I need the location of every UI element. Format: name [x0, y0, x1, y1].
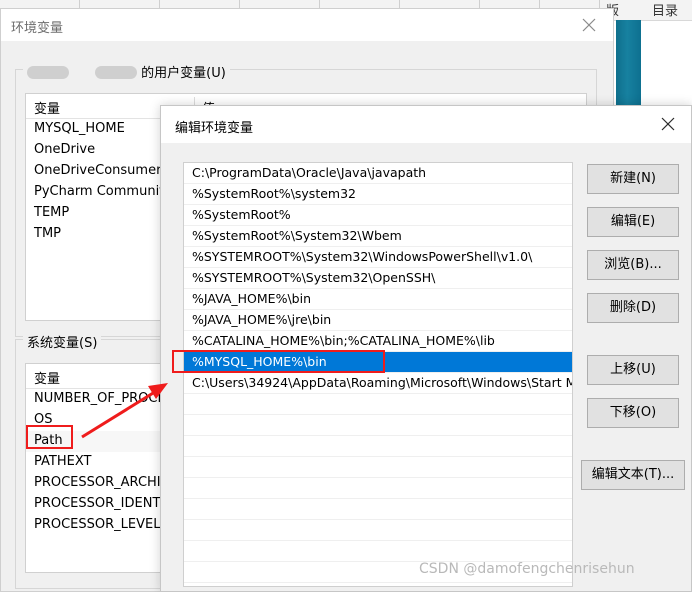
edit-button[interactable]: 编辑(E) — [587, 207, 679, 237]
user-variables-legend-text: 的用户变量(U) — [141, 66, 226, 81]
cell-variable-name: Path — [34, 433, 63, 448]
close-icon-glyph — [582, 18, 596, 32]
list-item-empty[interactable] — [184, 394, 572, 415]
list-item[interactable]: C:\Users\34924\AppData\Roaming\Microsoft… — [184, 373, 572, 394]
path-entry-text: %CATALINA_HOME%\bin;%CATALINA_HOME%\lib — [192, 333, 495, 348]
screenshot-root: 版 目录 环境变量 的用户变量(U) 变量 值 — [0, 0, 692, 592]
list-item-empty[interactable] — [184, 499, 572, 520]
close-icon-glyph — [661, 117, 675, 131]
path-entries-list[interactable]: C:\ProgramData\Oracle\Java\javapath %Sys… — [183, 162, 573, 587]
user-variables-legend: 的用户变量(U) — [23, 62, 230, 81]
cell-variable-name: OneDriveConsumer — [34, 163, 162, 178]
column-header-variable[interactable]: 变量 — [34, 98, 60, 117]
cell-variable-name: OneDrive — [34, 142, 96, 157]
list-item[interactable]: %SystemRoot%\System32\Wbem — [184, 226, 572, 247]
list-item-empty[interactable] — [184, 541, 572, 562]
move-down-button[interactable]: 下移(O) — [587, 398, 679, 428]
list-item[interactable]: %SYSTEMROOT%\System32\WindowsPowerShell\… — [184, 247, 572, 268]
path-entry-text: %SystemRoot% — [192, 207, 291, 222]
edit-text-button[interactable]: 编辑文本(T)... — [581, 460, 685, 490]
list-item-empty[interactable] — [184, 478, 572, 499]
list-item-empty[interactable] — [184, 457, 572, 478]
list-item-empty[interactable] — [184, 436, 572, 457]
edit-dialog-title: 编辑环境变量 — [175, 121, 254, 136]
path-entry-text: %SystemRoot%\system32 — [192, 186, 356, 201]
path-entry-text: %JAVA_HOME%\bin — [192, 291, 311, 306]
system-variables-legend: 系统变量(S) — [23, 332, 102, 351]
list-item-empty[interactable] — [184, 415, 572, 436]
edit-environment-variable-dialog: 编辑环境变量 C:\ProgramData\Oracle\Java\javapa… — [160, 105, 692, 592]
cell-variable-name: TMP — [34, 226, 61, 241]
list-item[interactable]: C:\ProgramData\Oracle\Java\javapath — [184, 163, 572, 184]
close-icon[interactable] — [567, 9, 611, 39]
new-button[interactable]: 新建(N) — [587, 164, 679, 194]
browse-button[interactable]: 浏览(B)... — [587, 250, 679, 280]
list-item[interactable]: %SystemRoot% — [184, 205, 572, 226]
list-item[interactable]: %SYSTEMROOT%\System32\OpenSSH\ — [184, 268, 572, 289]
cell-variable-name: PATHEXT — [34, 454, 92, 469]
top-label-catalog[interactable]: 目录 — [652, 0, 678, 19]
move-up-button[interactable]: 上移(U) — [587, 355, 679, 385]
env-window-titlebar: 环境变量 — [1, 9, 613, 41]
path-entry-text: C:\ProgramData\Oracle\Java\javapath — [192, 165, 427, 180]
list-item[interactable]: %JAVA_HOME%\bin — [184, 289, 572, 310]
cell-variable-name: OS — [34, 412, 53, 427]
path-entry-text: %JAVA_HOME%\jre\bin — [192, 312, 332, 327]
redacted-username-block — [27, 66, 69, 79]
list-item[interactable]: %JAVA_HOME%\jre\bin — [184, 310, 572, 331]
watermark: CSDN @damofengchenrisehun — [419, 561, 635, 577]
list-item[interactable]: %CATALINA_HOME%\bin;%CATALINA_HOME%\lib — [184, 331, 572, 352]
column-header-variable[interactable]: 变量 — [34, 368, 60, 387]
redacted-username-block — [95, 66, 138, 79]
path-entry-text: %SYSTEMROOT%\System32\OpenSSH\ — [192, 270, 436, 285]
list-item-empty[interactable] — [184, 520, 572, 541]
cell-variable-name: TEMP — [34, 205, 70, 220]
path-entry-text: C:\Users\34924\AppData\Roaming\Microsoft… — [192, 375, 573, 390]
list-item[interactable]: %SystemRoot%\system32 — [184, 184, 572, 205]
env-window-title: 环境变量 — [11, 21, 64, 36]
edit-dialog-titlebar: 编辑环境变量 — [161, 106, 691, 143]
cell-variable-name: MYSQL_HOME — [34, 121, 125, 136]
close-icon[interactable] — [645, 106, 691, 142]
delete-button[interactable]: 删除(D) — [587, 293, 679, 323]
list-item-selected[interactable]: %MYSQL_HOME%\bin — [184, 352, 572, 373]
teal-accent-band — [616, 20, 641, 116]
path-entry-text: %MYSQL_HOME%\bin — [192, 354, 327, 369]
cell-variable-name: PROCESSOR_LEVEL — [34, 517, 161, 532]
path-entry-text: %SystemRoot%\System32\Wbem — [192, 228, 402, 243]
path-entry-text: %SYSTEMROOT%\System32\WindowsPowerShell\… — [192, 249, 533, 264]
